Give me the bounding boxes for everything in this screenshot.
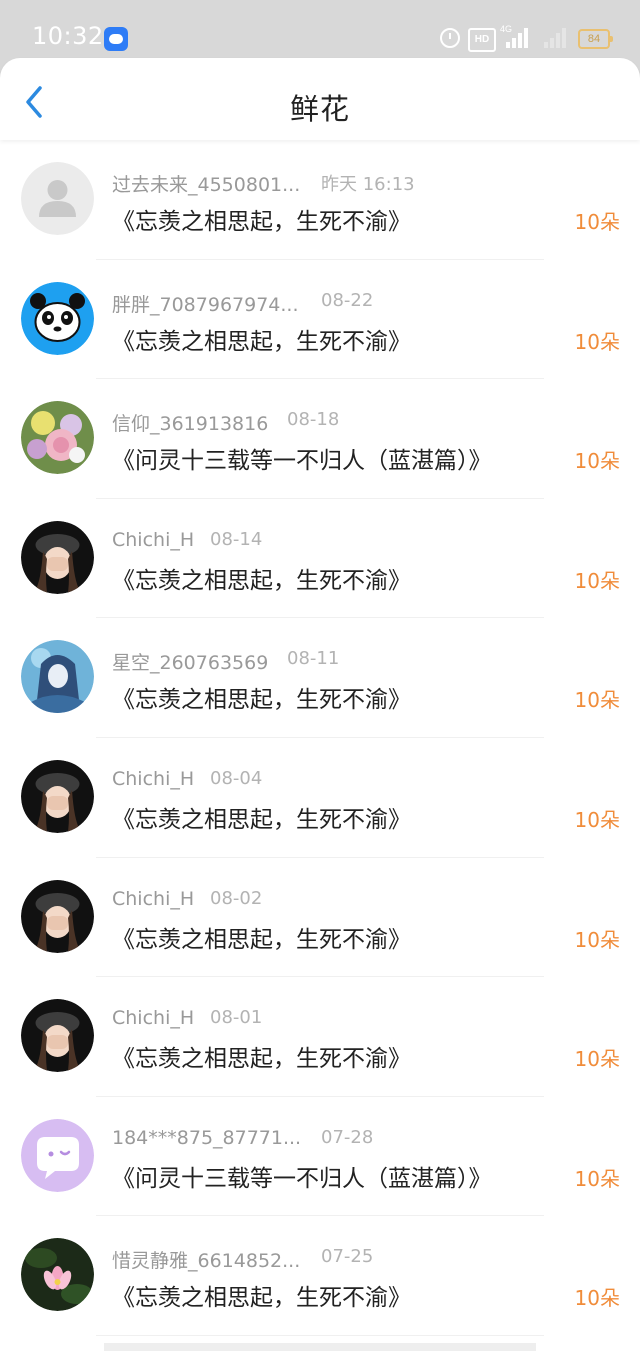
list-item[interactable]: 184***875_87771... 07-28 《问灵十三载等一不归人（蓝湛篇…: [0, 1097, 640, 1217]
post-time: 08-04: [210, 767, 263, 789]
flower-count: 10朵: [574, 807, 620, 832]
flower-count: 10朵: [574, 688, 620, 713]
user-name[interactable]: Chichi_H: [112, 768, 194, 790]
post-time: 08-01: [210, 1007, 263, 1029]
girl-cap-avatar-icon[interactable]: [21, 879, 94, 953]
navigation-header: 鲜花: [0, 58, 640, 140]
girl-cap-avatar-icon[interactable]: [21, 759, 94, 833]
signal-strength-secondary-icon: [544, 26, 572, 48]
flowers-avatar-icon[interactable]: [21, 401, 94, 475]
list-item[interactable]: 胖胖_7087967974... 08-22 《忘羡之相思起，生死不渝》 10朵: [0, 260, 640, 380]
list-item[interactable]: Chichi_H 08-14 《忘羡之相思起，生死不渝》 10朵: [0, 499, 640, 619]
flower-count: 10朵: [574, 1047, 620, 1072]
user-name[interactable]: 胖胖_7087967974...: [112, 290, 299, 317]
signal-strength-icon: [506, 26, 534, 48]
list-item[interactable]: 星空_260763569 08-11 《忘羡之相思起，生死不渝》 10朵: [0, 618, 640, 738]
list-item[interactable]: Chichi_H 08-04 《忘羡之相思起，生死不渝》 10朵: [0, 738, 640, 858]
book-title: 《忘羡之相思起，生死不渝》: [112, 806, 411, 833]
list-item[interactable]: 过去未来_4550801... 昨天 16:13 《忘羡之相思起，生死不渝》 1…: [0, 140, 640, 260]
book-title: 《忘羡之相思起，生死不渝》: [112, 1285, 411, 1312]
user-name[interactable]: 信仰_361913816: [112, 409, 268, 436]
book-title: 《忘羡之相思起，生死不渝》: [112, 1046, 411, 1073]
chat-app-icon: [104, 27, 128, 51]
flower-count: 10朵: [574, 568, 620, 593]
user-name[interactable]: 过去未来_4550801...: [112, 170, 300, 197]
anime-girl-avatar-icon[interactable]: [21, 640, 94, 714]
battery-icon: 84: [578, 29, 613, 49]
book-title: 《忘羡之相思起，生死不渝》: [112, 926, 411, 953]
panda-avatar-icon[interactable]: [21, 281, 94, 355]
flower-count: 10朵: [574, 210, 620, 234]
flower-count: 10朵: [574, 927, 620, 952]
post-time: 08-02: [210, 887, 263, 909]
post-time: 08-14: [210, 528, 263, 550]
list-item[interactable]: Chichi_H 08-02 《忘羡之相思起，生死不渝》 10朵: [0, 858, 640, 978]
user-name[interactable]: Chichi_H: [112, 1007, 194, 1029]
book-title: 《忘羡之相思起，生死不渝》: [112, 687, 411, 714]
girl-cap-avatar-icon[interactable]: [21, 999, 94, 1073]
user-name[interactable]: 惜灵静雅_6614852...: [112, 1246, 300, 1273]
post-time: 昨天 16:13: [321, 174, 415, 195]
default-user-avatar-icon[interactable]: [21, 162, 94, 235]
flower-count: 10朵: [574, 449, 620, 474]
list-item[interactable]: 惜灵静雅_6614852... 07-25 《忘羡之相思起，生死不渝》 10朵: [0, 1216, 640, 1336]
flower-count: 10朵: [574, 1166, 620, 1191]
alarm-icon: [440, 28, 460, 48]
flower-count: 10朵: [574, 1286, 620, 1311]
user-name[interactable]: 184***875_87771...: [112, 1127, 301, 1149]
book-title: 《问灵十三载等一不归人（蓝湛篇）》: [112, 1165, 492, 1192]
screen: 10:32 HD 4G 84 鲜花 过去未来_4550801... 昨天 16:…: [0, 0, 640, 1351]
book-title: 《忘羡之相思起，生死不渝》: [112, 328, 411, 355]
post-time: 07-28: [321, 1126, 374, 1148]
post-time: 07-25: [321, 1246, 374, 1268]
bottom-edge: [104, 1343, 536, 1351]
book-title: 《问灵十三载等一不归人（蓝湛篇）》: [112, 448, 492, 475]
user-name[interactable]: Chichi_H: [112, 529, 194, 551]
flower-gift-list: 过去未来_4550801... 昨天 16:13 《忘羡之相思起，生死不渝》 1…: [0, 140, 640, 1336]
flower-count: 10朵: [574, 329, 620, 354]
lotus-avatar-icon[interactable]: [21, 1238, 94, 1312]
status-time: 10:32: [32, 22, 104, 50]
post-time: 08-11: [287, 648, 340, 670]
book-title: 《忘羡之相思起，生死不渝》: [112, 209, 411, 235]
post-time: 08-18: [287, 409, 340, 431]
girl-cap-avatar-icon[interactable]: [21, 520, 94, 594]
user-name[interactable]: Chichi_H: [112, 888, 194, 910]
post-time: 08-22: [321, 289, 374, 311]
chat-bubble-avatar-icon[interactable]: [21, 1118, 94, 1192]
page-title: 鲜花: [289, 92, 350, 126]
hd-voice-icon: HD: [468, 28, 496, 52]
user-name[interactable]: 星空_260763569: [112, 648, 268, 675]
list-item[interactable]: Chichi_H 08-01 《忘羡之相思起，生死不渝》 10朵: [0, 977, 640, 1097]
list-item[interactable]: 信仰_361913816 08-18 《问灵十三载等一不归人（蓝湛篇）》 10朵: [0, 379, 640, 499]
book-title: 《忘羡之相思起，生死不渝》: [112, 567, 411, 594]
